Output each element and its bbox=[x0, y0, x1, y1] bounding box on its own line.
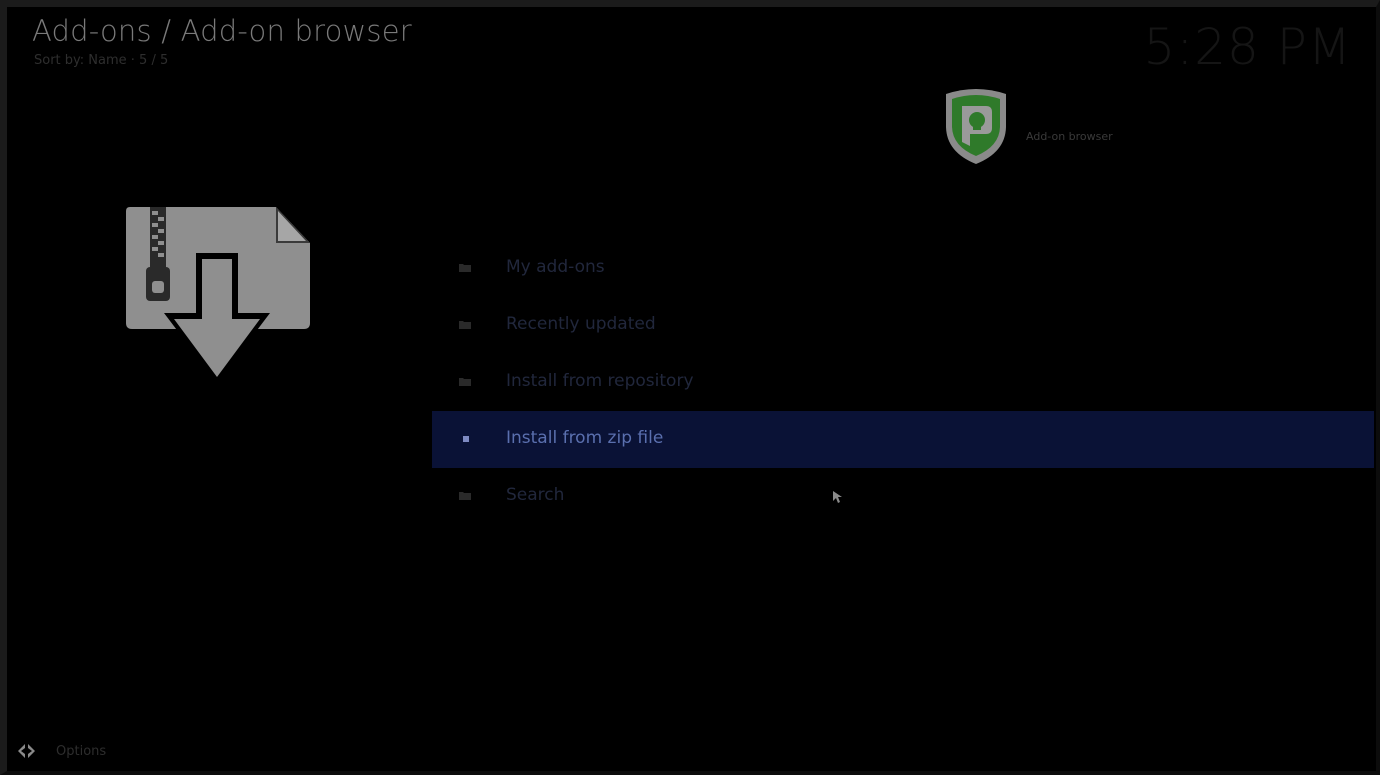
addon-menu: My add-ons Recently updated Install from… bbox=[432, 240, 1374, 525]
folder-icon bbox=[459, 378, 471, 386]
clock: 5:28 PM bbox=[1143, 18, 1352, 76]
mouse-cursor-icon bbox=[833, 491, 842, 503]
options-arrows-icon bbox=[18, 744, 35, 758]
folder-icon bbox=[459, 321, 471, 329]
menu-item-search[interactable]: Search bbox=[432, 468, 1374, 525]
branding-label: Add-on browser bbox=[1026, 130, 1113, 143]
folder-icon bbox=[459, 264, 471, 272]
menu-item-label: Recently updated bbox=[506, 314, 656, 334]
dot-icon bbox=[463, 436, 469, 442]
menu-item-label: My add-ons bbox=[506, 257, 605, 277]
menu-item-install-from-repository[interactable]: Install from repository bbox=[432, 354, 1374, 411]
menu-item-label: Search bbox=[506, 485, 565, 505]
folder-icon bbox=[459, 492, 471, 500]
page-title: Add-ons / Add-on browser bbox=[32, 14, 412, 48]
menu-item-my-addons[interactable]: My add-ons bbox=[432, 240, 1374, 297]
addon-browser-screen: Add-ons / Add-on browser Sort by: Name ·… bbox=[0, 0, 1380, 775]
menu-item-label: Install from repository bbox=[506, 371, 694, 391]
purevpn-shield-icon bbox=[946, 89, 1006, 164]
options-button[interactable]: Options bbox=[16, 740, 106, 762]
menu-item-label: Install from zip file bbox=[506, 428, 664, 448]
page-subtitle: Sort by: Name · 5 / 5 bbox=[34, 53, 169, 68]
options-label: Options bbox=[56, 743, 107, 759]
install-zip-icon bbox=[126, 207, 310, 383]
menu-item-install-from-zip-file[interactable]: Install from zip file bbox=[432, 411, 1374, 468]
menu-item-recently-updated[interactable]: Recently updated bbox=[432, 297, 1374, 354]
branding: Add-on browser bbox=[940, 86, 1240, 170]
